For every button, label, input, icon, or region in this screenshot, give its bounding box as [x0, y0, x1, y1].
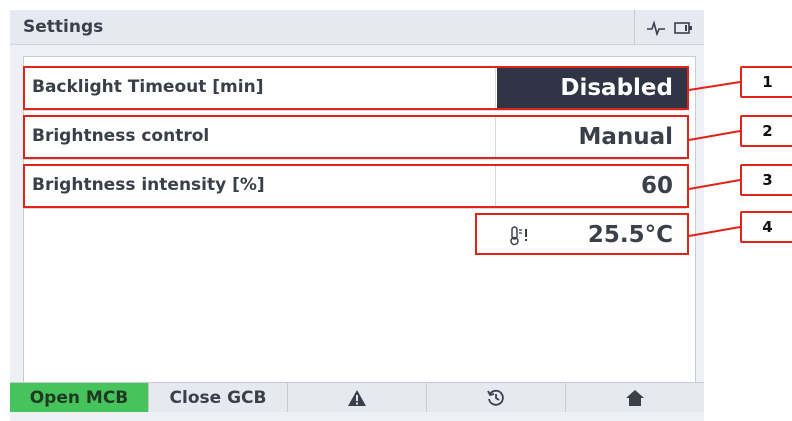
callout-2: 2: [740, 115, 792, 147]
history-button[interactable]: [427, 383, 566, 412]
footer-bar: Open MCB Close GCB: [10, 382, 704, 412]
callout-connectors: [688, 81, 741, 237]
open-mcb-button[interactable]: Open MCB: [10, 383, 149, 412]
callout-3: 3: [740, 164, 792, 196]
alarm-button[interactable]: [288, 383, 427, 412]
callout-1: 1: [740, 66, 792, 98]
home-button[interactable]: [566, 383, 704, 412]
callout-4: 4: [740, 211, 792, 243]
close-gcb-button[interactable]: Close GCB: [149, 383, 288, 412]
warning-icon: [348, 389, 366, 406]
home-icon: [626, 389, 644, 406]
history-icon: [487, 389, 504, 406]
